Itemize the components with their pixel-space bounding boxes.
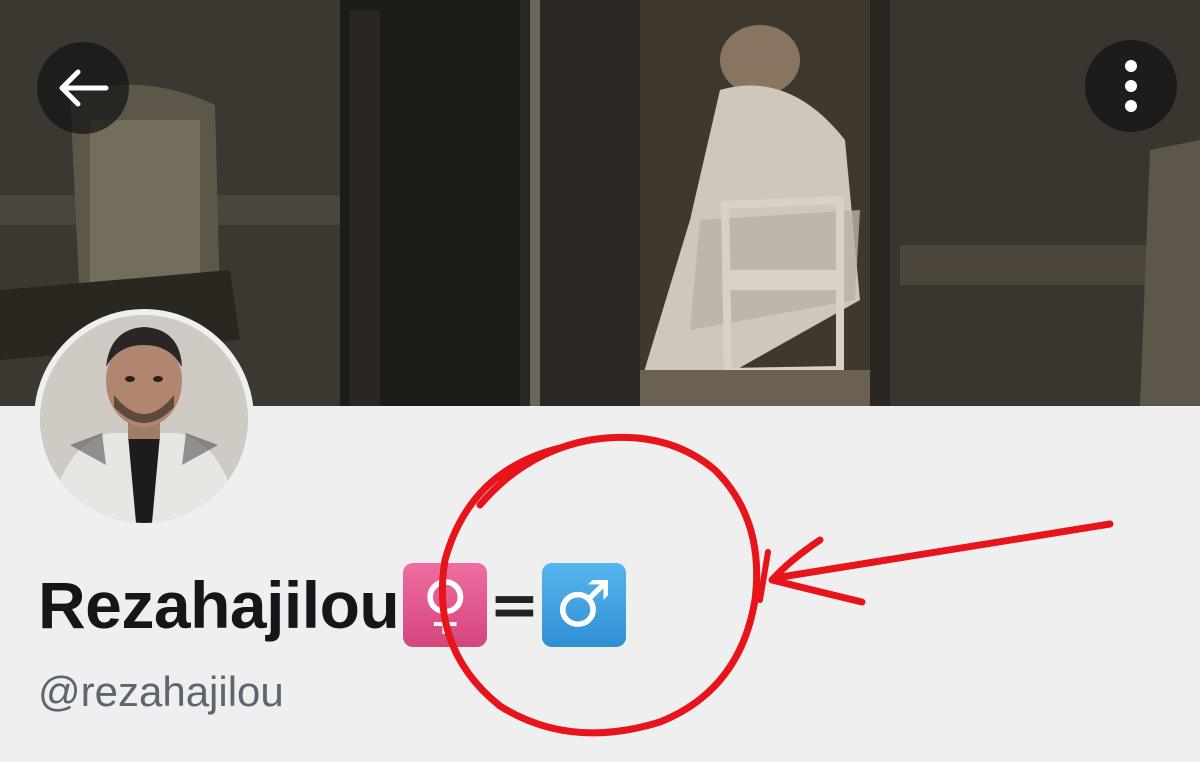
female-symbol: ♀ — [421, 568, 469, 642]
more-options-button[interactable] — [1085, 40, 1177, 132]
male-symbol: ♂ — [554, 568, 613, 642]
more-vertical-icon — [1125, 60, 1137, 112]
male-sign-icon: ♂ — [541, 563, 626, 647]
equals-sign: = — [489, 570, 540, 640]
annotation-arrow — [768, 520, 1114, 606]
display-name: Rezahajilou — [38, 568, 400, 642]
back-button[interactable] — [37, 42, 129, 134]
user-handle: @rezahajilou — [38, 668, 284, 715]
profile-page: Rezahajilou ♀ = ♂ @rezahajilou — [0, 0, 1200, 762]
profile-avatar[interactable] — [34, 309, 254, 529]
display-name-row: Rezahajilou ♀ = ♂ — [38, 560, 626, 650]
female-sign-icon: ♀ — [403, 563, 488, 647]
arrow-left-icon — [59, 69, 109, 107]
avatar-photo — [40, 315, 248, 523]
